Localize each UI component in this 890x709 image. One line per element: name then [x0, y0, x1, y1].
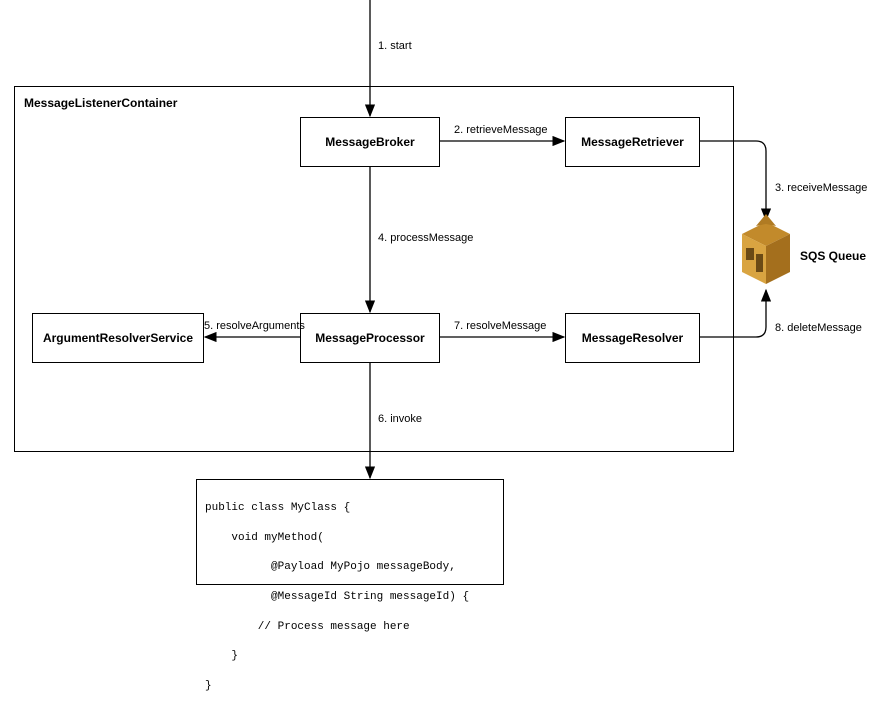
node-argument-resolver-service: ArgumentResolverService — [32, 313, 204, 363]
code-line: // Process message here — [205, 620, 495, 635]
node-label: MessageResolver — [582, 331, 683, 345]
edge-label-process: 4. processMessage — [378, 232, 473, 244]
code-line: } — [205, 649, 495, 664]
container-label: MessageListenerContainer — [24, 96, 177, 110]
code-line: @MessageId String messageId) { — [205, 590, 495, 605]
node-label: MessageProcessor — [315, 331, 424, 345]
node-label: MessageRetriever — [581, 135, 684, 149]
edge-label-retrieve: 2. retrieveMessage — [454, 124, 548, 136]
edge-label-invoke: 6. invoke — [378, 413, 422, 425]
sqs-queue-label: SQS Queue — [800, 249, 866, 263]
edge-label-start: 1. start — [378, 40, 412, 52]
node-label: ArgumentResolverService — [43, 331, 193, 345]
node-message-processor: MessageProcessor — [300, 313, 440, 363]
edge-label-resolve-msg: 7. resolveMessage — [454, 320, 546, 332]
node-label: MessageBroker — [325, 135, 414, 149]
node-message-broker: MessageBroker — [300, 117, 440, 167]
code-line: public class MyClass { — [205, 501, 495, 516]
code-line: void myMethod( — [205, 531, 495, 546]
code-block: public class MyClass { void myMethod( @P… — [196, 479, 504, 585]
node-message-resolver: MessageResolver — [565, 313, 700, 363]
edge-label-resolve-args: 5. resolveArguments — [204, 320, 305, 332]
code-line: } — [205, 679, 495, 694]
node-message-retriever: MessageRetriever — [565, 117, 700, 167]
code-line: @Payload MyPojo messageBody, — [205, 560, 495, 575]
edge-label-receive: 3. receiveMessage — [775, 182, 867, 194]
edge-label-delete-msg: 8. deleteMessage — [775, 322, 862, 334]
